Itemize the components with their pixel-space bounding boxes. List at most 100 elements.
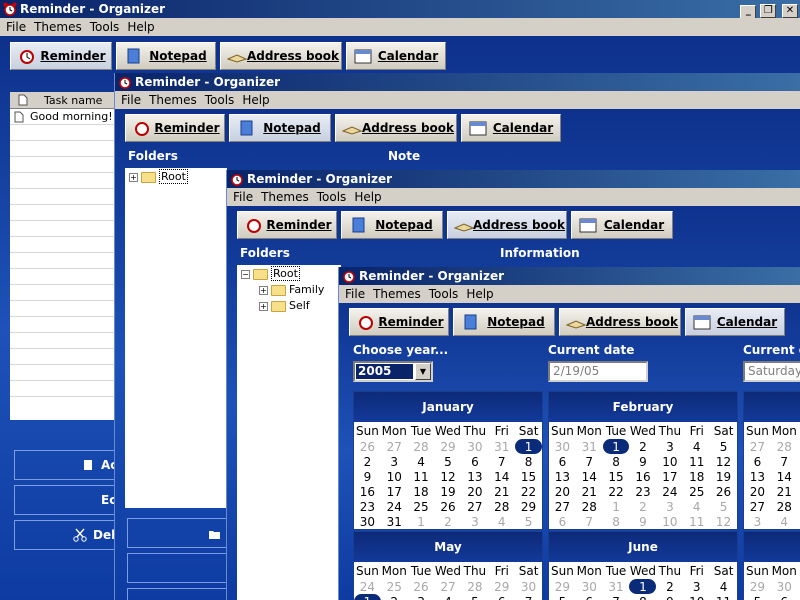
reminder-button[interactable]: Reminder (237, 211, 337, 239)
day-cell[interactable]: 7 (576, 514, 603, 529)
day-cell[interactable]: 27 (549, 499, 576, 514)
day-cell[interactable]: 17 (656, 469, 683, 484)
add-task-button[interactable]: Ac (14, 450, 124, 480)
reminder-button[interactable]: Reminder (10, 42, 112, 70)
expand-icon[interactable]: + (259, 301, 268, 311)
day-cell[interactable]: 4 (683, 499, 710, 514)
day-cell[interactable]: 18 (408, 484, 435, 499)
list-item[interactable] (10, 205, 116, 221)
calendar-button[interactable]: Calendar (571, 211, 673, 239)
day-cell[interactable]: 16 (354, 484, 381, 499)
day-cell[interactable]: 28 (771, 499, 798, 514)
day-cell[interactable]: 8 (629, 594, 656, 600)
list-item[interactable] (10, 349, 116, 365)
minimize-button[interactable]: _ (740, 5, 757, 19)
day-cell[interactable]: 19 (710, 469, 737, 484)
day-cell[interactable]: 19 (434, 484, 461, 499)
menu-file[interactable]: File (121, 93, 141, 107)
day-cell[interactable]: 17 (381, 484, 408, 499)
tree-node-root[interactable]: − Root (241, 266, 300, 281)
day-cell[interactable]: 26 (354, 439, 381, 454)
day-cell[interactable]: 14 (576, 469, 603, 484)
day-cell[interactable]: 30 (461, 439, 488, 454)
day-cell[interactable]: 2 (629, 439, 656, 454)
day-cell[interactable]: 6 (549, 454, 576, 469)
task-list-header[interactable]: Task name (10, 92, 116, 109)
day-cell[interactable]: 21 (488, 484, 515, 499)
collapse-icon[interactable]: − (241, 269, 250, 279)
menu-themes[interactable]: Themes (34, 20, 82, 34)
day-cell[interactable]: 25 (381, 579, 408, 594)
menu-themes[interactable]: Themes (261, 190, 309, 204)
month-calendar[interactable]: February Sun Mon Tue Wed Thu Fri Sat 30 31 1 2 3 4 5 6 7… (548, 391, 738, 530)
list-item[interactable] (10, 125, 116, 141)
open-folder-button[interactable] (127, 518, 237, 548)
calendar-button[interactable]: Calendar (461, 114, 561, 142)
menu-file[interactable]: File (6, 20, 26, 34)
day-cell[interactable]: 1 (602, 439, 630, 454)
day-cell[interactable]: 29 (744, 579, 771, 594)
menu-help[interactable]: Help (127, 20, 154, 34)
folder-tree[interactable]: − Root + Family + Self (237, 265, 341, 600)
chevron-down-icon[interactable]: ▼ (415, 363, 431, 380)
list-item[interactable] (10, 189, 116, 205)
day-cell[interactable]: 3 (461, 514, 488, 529)
day-cell[interactable]: 5 (744, 594, 771, 600)
day-cell[interactable]: 13 (744, 469, 771, 484)
month-calendar[interactable]: JuneSunMonTueWedThu Fri Sat 2930311234 56789… (548, 531, 738, 600)
day-cell[interactable]: 25 (408, 499, 435, 514)
day-cell[interactable]: 8 (603, 514, 630, 529)
maximize-button[interactable]: ❐ (760, 4, 777, 18)
menu-help[interactable]: Help (242, 93, 269, 107)
day-cell[interactable]: 13 (549, 469, 576, 484)
menu-tools[interactable]: Tools (429, 287, 459, 301)
day-cell[interactable]: 20 (744, 484, 771, 499)
day-cell[interactable]: 3 (656, 499, 683, 514)
day-cell[interactable]: 30 (354, 514, 381, 529)
month-calendar[interactable]: January Sun Mon Tue Wed Thu Fri Sat 26 27 28 29 30 31… (353, 391, 543, 530)
day-cell[interactable]: 20 (549, 484, 576, 499)
notepad-button[interactable]: Notepad (229, 114, 331, 142)
day-cell[interactable]: 7 (488, 454, 515, 469)
day-cell[interactable]: 25 (683, 484, 710, 499)
day-cell[interactable]: 1 (408, 514, 435, 529)
day-cell[interactable]: 3 (744, 514, 771, 529)
day-cell[interactable]: 11 (710, 594, 737, 600)
day-cell[interactable]: 4 (408, 454, 435, 469)
list-item[interactable] (10, 333, 116, 349)
address-book-button[interactable]: Address book (220, 42, 342, 70)
day-cell[interactable]: 2 (629, 499, 656, 514)
delete-task-button[interactable]: Del (14, 520, 124, 550)
tree-node-family[interactable]: + Family (259, 283, 324, 297)
list-item[interactable]: Good morning! (10, 109, 116, 125)
day-cell[interactable]: 6 (576, 594, 603, 600)
list-item[interactable] (10, 365, 116, 381)
day-cell[interactable]: 22 (515, 484, 542, 499)
calendar-button[interactable]: Calendar (685, 308, 785, 336)
day-cell[interactable]: 15 (603, 469, 630, 484)
day-cell[interactable]: 22 (603, 484, 630, 499)
day-cell[interactable]: 23 (354, 499, 381, 514)
day-cell[interactable]: 5 (710, 499, 737, 514)
day-cell[interactable]: 5 (549, 594, 576, 600)
day-cell[interactable]: 31 (488, 439, 515, 454)
day-cell[interactable]: 1 (515, 439, 542, 454)
day-cell[interactable]: 21 (576, 484, 603, 499)
day-cell[interactable]: 31 (576, 439, 603, 454)
list-item[interactable] (10, 237, 116, 253)
day-cell[interactable]: 13 (461, 469, 488, 484)
day-cell[interactable]: 6 (771, 594, 798, 600)
day-cell[interactable]: 1 (354, 594, 381, 600)
day-cell[interactable]: 5 (434, 454, 461, 469)
reminder-button[interactable]: Reminder (349, 308, 449, 336)
day-cell[interactable]: 1 (603, 499, 630, 514)
day-cell[interactable]: 24 (381, 499, 408, 514)
list-item[interactable] (10, 285, 116, 301)
day-cell[interactable]: 2 (434, 514, 461, 529)
day-cell[interactable]: 27 (461, 499, 488, 514)
day-cell[interactable]: 20 (461, 484, 488, 499)
expand-icon[interactable]: + (129, 172, 138, 182)
current-day-field[interactable]: Saturday (743, 361, 800, 382)
day-cell[interactable]: 11 (408, 469, 435, 484)
list-item[interactable] (10, 157, 116, 173)
